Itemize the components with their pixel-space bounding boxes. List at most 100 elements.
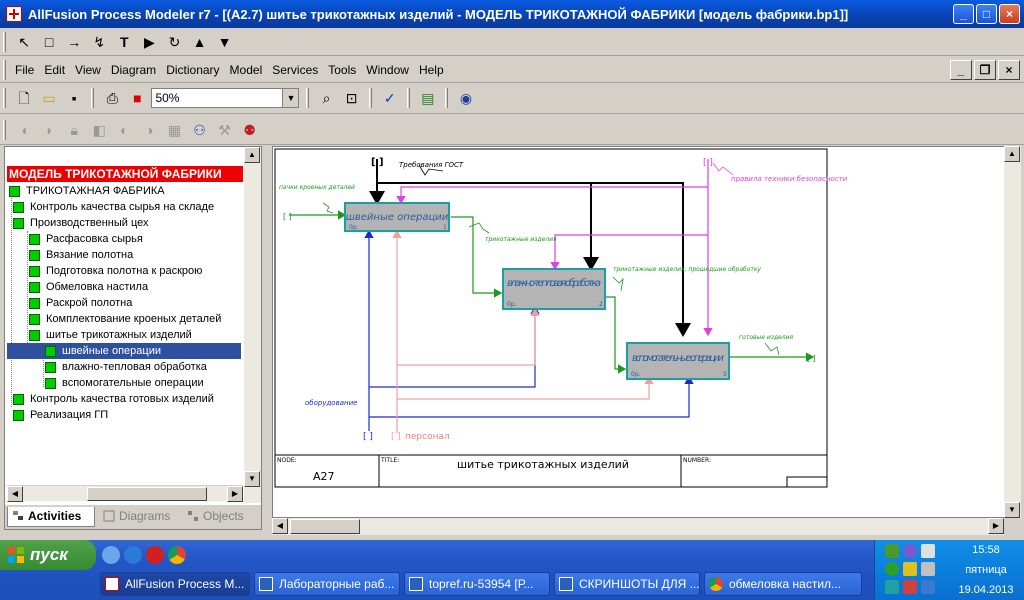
tree-item-sales[interactable]: Реализация ГП [13,407,108,423]
menu-model[interactable]: Model [225,63,268,77]
scroll-right-icon[interactable]: ▶ [227,486,243,502]
diagram-scroll-up-icon[interactable]: ▲ [1004,146,1020,162]
zoom-select[interactable]: 50% ▼ [151,88,300,108]
tray-monitor-icon[interactable] [921,544,935,558]
frame-title-value: шитье трикотажных изделий [457,458,629,471]
go-down-icon[interactable]: ▼ [214,31,236,53]
tree-item-cutting[interactable]: Раскрой полотна [29,295,132,311]
open-folder-icon[interactable]: ▭ [38,87,60,109]
tree-item-production[interactable]: Производственный цех [13,215,149,231]
report-icon[interactable]: ◉ [455,87,477,109]
box3-cost: 0р. [631,371,641,378]
menu-tools[interactable]: Tools [323,63,361,77]
tray-security-icon[interactable] [903,562,917,576]
diagram-horizontal-scrollbar[interactable]: ◀ ▶ [272,518,1004,535]
menu-diagram[interactable]: Diagram [106,63,161,77]
task-topref[interactable]: topref.ru-53954 [Р... [404,572,550,596]
spellcheck-icon[interactable]: ✓ [379,87,401,109]
close-button[interactable]: × [999,4,1020,24]
menu-window[interactable]: Window [361,63,414,77]
idef0-diagram[interactable]: швейные операции влажно-тепловая обработ… [273,147,1021,519]
tray-chat-icon[interactable] [885,580,899,594]
tray-app-icon[interactable] [903,544,917,558]
maximize-button[interactable]: □ [976,4,997,24]
mart-people-icon[interactable]: ⚉ [239,119,261,141]
minimize-button[interactable]: _ [953,4,974,24]
diagram-scroll-down-icon[interactable]: ▼ [1004,502,1020,518]
menu-edit[interactable]: Edit [39,63,70,77]
tree-item-sewing-products[interactable]: шитье трикотажных изделий [29,327,192,343]
diagram-scroll-thumb[interactable] [290,519,360,534]
new-file-icon[interactable]: 🗋 [13,87,35,109]
mdi-close-button[interactable]: × [998,60,1020,80]
tab-activities[interactable]: Activities [7,507,95,527]
mart-users-icon[interactable]: ⚇ [189,119,211,141]
scroll-thumb[interactable] [87,487,207,501]
squiggle-tool-icon[interactable]: ↯ [88,31,110,53]
clock-time[interactable]: 15:58 [951,544,1021,556]
tree-item-knitting[interactable]: Вязание полотна [29,247,133,263]
menu-file[interactable]: File [10,63,39,77]
chevron-down-icon[interactable]: ▼ [282,89,299,107]
tree-item-heat-treatment[interactable]: влажно-тепловая обработка [45,359,207,375]
opera-icon[interactable] [146,546,164,564]
print-icon[interactable]: ⎙ [101,87,123,109]
task-lab-works[interactable]: Лабораторные раб... [254,572,400,596]
model-explorer-icon[interactable]: ▤ [417,87,439,109]
go-child-icon[interactable]: ▶ [138,31,160,53]
menu-help[interactable]: Help [414,63,449,77]
tree-item-packing[interactable]: Расфасовка сырья [29,231,143,247]
pointer-tool-icon[interactable]: ↖ [13,31,35,53]
menu-dictionary[interactable]: Dictionary [161,63,224,77]
diagram-scroll-right-icon[interactable]: ▶ [988,518,1004,534]
tray-antivirus-icon[interactable] [903,580,917,594]
mart-connect-icon: ◖ [19,122,29,138]
tray-network-icon[interactable] [885,544,899,558]
ie-icon[interactable] [124,546,142,564]
chrome-icon[interactable] [168,546,186,564]
zoom-fit-icon[interactable]: ⊡ [341,87,363,109]
task-screenshots[interactable]: СКРИНШОТЫ ДЛЯ ... [554,572,700,596]
scroll-up-icon[interactable]: ▲ [244,147,260,163]
save-icon[interactable]: ▪ [63,87,85,109]
box-tool-icon[interactable]: □ [38,31,60,53]
diagram-scroll-left-icon[interactable]: ◀ [272,518,288,534]
tree-vertical-scrollbar[interactable]: ▲ ▼ [244,147,261,503]
tree-item-auxiliary[interactable]: вспомогательные операции [45,375,204,391]
tray-language-icon[interactable] [921,580,935,594]
task-chrome[interactable]: обмеловка настил... [704,572,862,596]
tree-item-preparation[interactable]: Подготовка полотна к раскрою [29,263,202,279]
model-explorer-panel: × МОДЕЛЬ ТРИКОТАЖНОЙ ФАБРИКИ ТРИКОТАЖНАЯ… [4,146,262,530]
refresh-icon[interactable]: ↻ [163,31,185,53]
clock-date: 19.04.2013 [958,584,1014,596]
diagram-vertical-scrollbar[interactable]: ▲ ▼ [1004,146,1021,518]
arrow-tool-icon[interactable]: → [63,31,85,53]
tab-objects[interactable]: Objects [183,507,259,527]
speaker-icon[interactable] [921,562,935,576]
color-palette-icon[interactable]: ■ [126,87,148,109]
text-tool-icon[interactable]: T [113,31,135,53]
scroll-left-icon[interactable]: ◀ [7,486,23,502]
menu-services[interactable]: Services [267,63,323,77]
tree-item-raw-quality[interactable]: Контроль качества сырья на складе [13,199,214,215]
tree-item-final-quality[interactable]: Контроль качества готовых изделий [13,391,214,407]
tree-item-chalking[interactable]: Обмеловка настила [29,279,148,295]
tree-item-bundling[interactable]: Комплектование кроеных деталей [29,311,221,327]
scroll-down-icon[interactable]: ▼ [244,471,260,487]
tree-horizontal-scrollbar[interactable]: ◀ ▶ [7,485,243,502]
tree-root[interactable]: МОДЕЛЬ ТРИКОТАЖНОЙ ФАБРИКИ [7,166,243,182]
show-desktop-icon[interactable] [102,546,120,564]
mdi-minimize-button[interactable]: _ [950,60,972,80]
menu-view[interactable]: View [70,63,106,77]
zoom-in-icon[interactable]: ⌕ [316,87,338,109]
tray-update-icon[interactable] [885,562,899,576]
mdi-restore-button[interactable]: ❐ [974,60,996,80]
tab-diagrams[interactable]: Diagrams [99,507,179,527]
go-up-icon[interactable]: ▲ [189,31,211,53]
diagram-workspace[interactable]: швейные операции влажно-тепловая обработ… [272,146,1020,518]
start-button[interactable]: пуск [0,540,96,570]
tree-item-sewing-ops[interactable]: швейные операции [7,343,241,359]
activity-box-2[interactable] [502,268,606,310]
task-allfusion[interactable]: AllFusion Process M... [100,572,250,596]
tree-item-factory[interactable]: ТРИКОТАЖНАЯ ФАБРИКА [9,183,165,199]
